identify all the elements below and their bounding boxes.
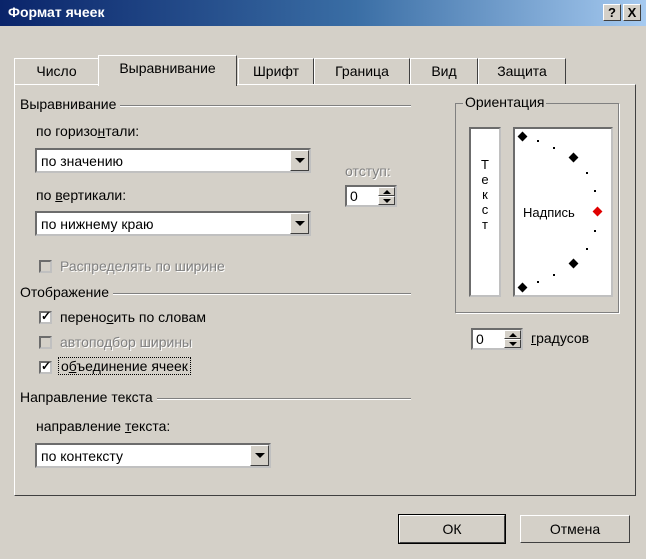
chevron-down-icon (295, 158, 305, 163)
alignment-panel: Выравнивание по горизонтали: по значению… (14, 84, 636, 496)
dial-tick (594, 230, 596, 232)
degrees-down-button[interactable] (504, 339, 521, 348)
check-icon: ✓ (41, 309, 52, 323)
vertical-text: Т е к с т (481, 157, 489, 232)
format-cells-dialog: Формат ячеек ? X Число Выравнивание Шриф… (0, 0, 646, 559)
ok-button[interactable]: ОК (398, 514, 506, 544)
dial-tick (586, 172, 588, 174)
chevron-down-icon (255, 453, 265, 458)
indent-down-button[interactable] (378, 196, 395, 205)
vertical-dropdown-button[interactable] (290, 213, 309, 234)
window-title: Формат ячеек (8, 4, 105, 20)
close-button[interactable]: X (623, 4, 641, 21)
horizontal-select-value: по значению (41, 153, 124, 169)
dial-tick (586, 248, 588, 250)
display-group-label: Отображение (20, 284, 114, 300)
horizontal-dropdown-button[interactable] (290, 150, 309, 171)
orientation-group-label: Ориентация (463, 94, 547, 110)
direction-label: направление текста: (36, 418, 171, 434)
degrees-value: 0 (476, 331, 484, 347)
direction-select[interactable]: по контексту (35, 443, 271, 468)
distribute-checkbox[interactable] (39, 260, 52, 273)
indent-value: 0 (350, 188, 358, 204)
dial-marker (568, 152, 579, 163)
indent-up-button[interactable] (378, 187, 395, 196)
arrow-down-icon (383, 199, 391, 203)
tab-view[interactable]: Вид (410, 58, 478, 84)
tab-border[interactable]: Граница (314, 58, 410, 84)
horizontal-label: по горизонтали: (36, 123, 140, 139)
arrow-down-icon (509, 342, 517, 346)
indent-label: отступ: (345, 163, 391, 179)
vertical-select[interactable]: по нижнему краю (35, 211, 311, 236)
tab-protection[interactable]: Защита (478, 58, 566, 84)
vertical-select-value: по нижнему краю (41, 216, 154, 232)
dial-marker (517, 282, 528, 293)
merge-cells-checkbox[interactable]: ✓ (39, 359, 52, 374)
vertical-text-box[interactable]: Т е к с т (469, 127, 501, 297)
dial-marker (517, 131, 528, 142)
title-bar[interactable]: Формат ячеек ? X (0, 0, 646, 26)
arrow-up-icon (509, 333, 517, 337)
orientation-indicator (592, 206, 603, 217)
cancel-button[interactable]: Отмена (520, 515, 630, 543)
direction-group-label: Направление текста (20, 389, 157, 405)
dial-tick (594, 190, 596, 192)
dial-tick (537, 281, 539, 283)
wrap-text-label: переносить по словам (60, 309, 206, 325)
wrap-text-checkbox[interactable]: ✓ (39, 309, 52, 324)
dial-tick (537, 140, 539, 142)
tab-number[interactable]: Число (14, 58, 99, 84)
merge-cells-label: объединение ячеек (58, 357, 191, 375)
dial-tick (553, 274, 555, 276)
chevron-down-icon (295, 221, 305, 226)
degrees-spinner[interactable]: 0 (471, 328, 523, 350)
autofit-checkbox[interactable] (39, 336, 52, 349)
dial-tick (553, 147, 555, 149)
autofit-label: автоподбор ширины (60, 334, 193, 350)
tab-alignment[interactable]: Выравнивание (98, 55, 237, 86)
distribute-label: Распределять по ширине (60, 258, 225, 274)
direction-dropdown-button[interactable] (250, 445, 269, 466)
horizontal-select[interactable]: по значению (35, 148, 311, 173)
help-button[interactable]: ? (603, 4, 621, 21)
tab-font[interactable]: Шрифт (238, 58, 314, 84)
indent-spinner[interactable]: 0 (345, 185, 397, 207)
direction-select-value: по контексту (41, 448, 123, 464)
arrow-up-icon (383, 190, 391, 194)
vertical-label: по вертикали: (36, 187, 127, 203)
orientation-dial[interactable]: Надпись (513, 127, 613, 297)
degrees-up-button[interactable] (504, 330, 521, 339)
orientation-caption: Надпись (523, 205, 575, 220)
alignment-group-label: Выравнивание (20, 96, 121, 112)
check-icon: ✓ (41, 359, 52, 373)
degrees-label: градусов (531, 330, 590, 346)
dial-marker (568, 258, 579, 269)
